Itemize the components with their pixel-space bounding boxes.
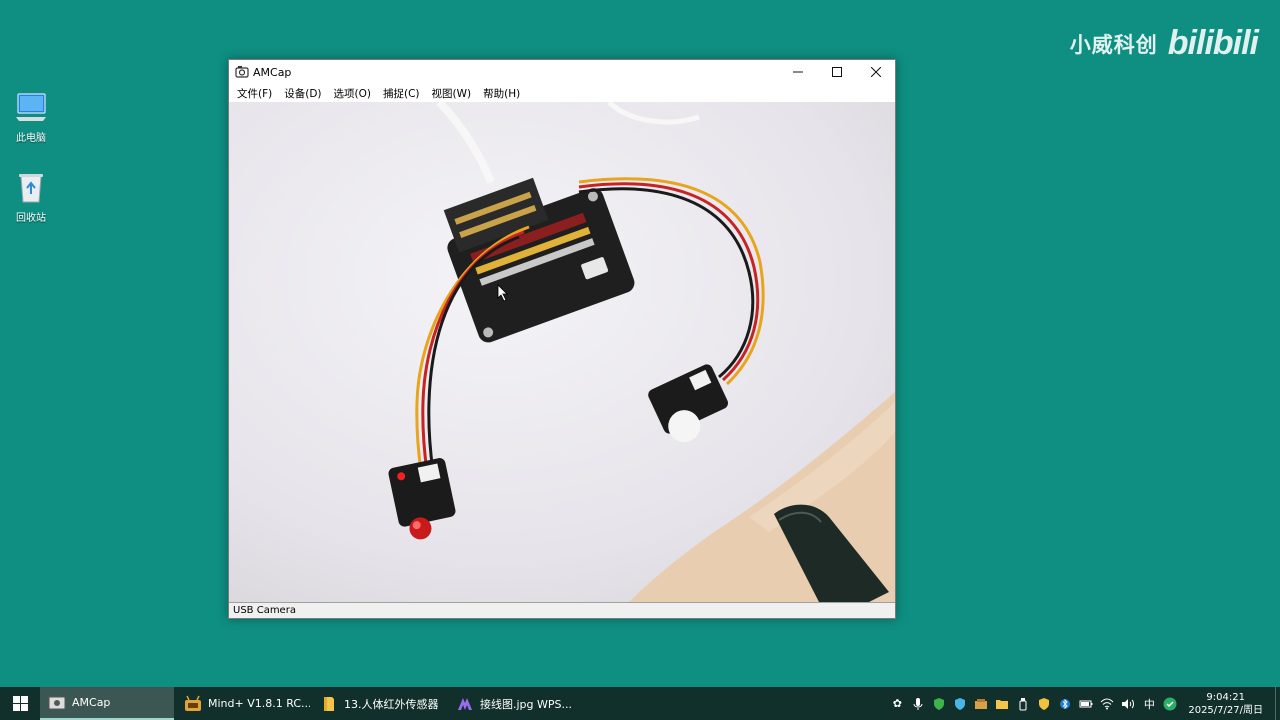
menu-bar: 文件(F) 设备(D) 选项(O) 捕捉(C) 视图(W) 帮助(H) bbox=[229, 84, 895, 102]
menu-view[interactable]: 视图(W) bbox=[426, 86, 478, 101]
maximize-button[interactable] bbox=[817, 60, 856, 84]
clock-time: 9:04:21 bbox=[1206, 691, 1245, 703]
taskbar-item-label: Mind+ V1.8.1 RC... bbox=[208, 697, 310, 710]
taskbar: AMCap Mind+ V1.8.1 RC... 13.人体红外传感器 接线图.… bbox=[0, 687, 1280, 720]
wps-icon bbox=[458, 697, 472, 710]
menu-device[interactable]: 设备(D) bbox=[278, 86, 327, 101]
taskbar-item-wps[interactable]: 接线图.jpg WPS... bbox=[448, 687, 582, 720]
title-bar[interactable]: AMCap bbox=[229, 60, 895, 84]
menu-file[interactable]: 文件(F) bbox=[231, 86, 278, 101]
close-icon bbox=[870, 67, 881, 77]
mindplus-icon bbox=[185, 695, 201, 711]
desktop-icon-label: 回收站 bbox=[16, 213, 46, 224]
battery-icon[interactable] bbox=[1079, 697, 1093, 711]
watermark-text: 小威科创 bbox=[1069, 32, 1158, 57]
system-clock[interactable]: 9:04:21 2025/7/27/周日 bbox=[1184, 691, 1269, 717]
input-method-indicator[interactable]: 中 bbox=[1142, 697, 1156, 711]
desktop-icon-recycle-bin[interactable]: 回收站 bbox=[6, 170, 56, 224]
camera-preview[interactable] bbox=[229, 102, 895, 602]
taskbar-item-amcap[interactable]: AMCap bbox=[40, 687, 174, 720]
show-desktop-button[interactable] bbox=[1275, 687, 1280, 720]
desktop-icon-this-pc[interactable]: 此电脑 bbox=[6, 90, 56, 144]
taskbar-item-label: 13.人体红外传感器 bbox=[344, 697, 439, 711]
amcap-window: AMCap 文件(F) 设备(D) 选项(O) 捕捉(C) 视图(W) 帮助(H… bbox=[228, 59, 896, 619]
taskbar-item-folder[interactable]: 13.人体红外传感器 bbox=[312, 687, 446, 720]
status-bar: USB Camera bbox=[229, 602, 895, 618]
wechat-icon[interactable] bbox=[1163, 697, 1177, 711]
taskbar-item-label: 接线图.jpg WPS... bbox=[480, 697, 572, 711]
bilibili-logo-icon: bilibili bbox=[1167, 24, 1259, 62]
maximize-icon bbox=[831, 67, 842, 77]
start-button[interactable] bbox=[0, 687, 40, 720]
camera-frame-image bbox=[229, 102, 895, 602]
shield-app-icon[interactable] bbox=[953, 697, 967, 711]
taskbar-item-mindplus[interactable]: Mind+ V1.8.1 RC... bbox=[176, 687, 310, 720]
security-shield-icon[interactable] bbox=[1037, 697, 1051, 711]
menu-options[interactable]: 选项(O) bbox=[328, 86, 377, 101]
windows-logo-icon bbox=[12, 696, 28, 711]
wifi-icon[interactable] bbox=[1100, 697, 1114, 711]
package-icon[interactable] bbox=[974, 697, 988, 711]
clock-date: 2025/7/27/周日 bbox=[1188, 704, 1263, 716]
usb-drive-icon[interactable] bbox=[1016, 697, 1030, 711]
computer-icon bbox=[16, 93, 46, 121]
amcap-icon bbox=[48, 696, 66, 709]
bluetooth-icon[interactable] bbox=[1058, 697, 1072, 711]
volume-icon[interactable] bbox=[1121, 697, 1135, 711]
folder-tray-icon[interactable] bbox=[995, 697, 1009, 711]
microphone-icon[interactable] bbox=[911, 697, 925, 711]
channel-watermark: 小威科创 bilibili bbox=[1069, 24, 1259, 63]
minimize-icon bbox=[792, 71, 803, 73]
minimize-button[interactable] bbox=[778, 60, 817, 84]
close-button[interactable] bbox=[856, 60, 895, 84]
shield-check-icon[interactable] bbox=[932, 697, 946, 711]
menu-capture[interactable]: 捕捉(C) bbox=[377, 86, 426, 101]
window-title: AMCap bbox=[253, 65, 292, 79]
taskbar-item-label: AMCap bbox=[72, 696, 111, 709]
folder-icon bbox=[324, 696, 334, 711]
desktop-icon-label: 此电脑 bbox=[16, 133, 46, 144]
recycle-bin-icon bbox=[19, 174, 43, 203]
system-tray: ✿ 中 9:04:21 2025/7/27/周日 bbox=[890, 687, 1275, 720]
menu-help[interactable]: 帮助(H) bbox=[477, 86, 526, 101]
camera-app-icon bbox=[235, 66, 249, 78]
flower-app-icon[interactable]: ✿ bbox=[890, 697, 904, 711]
